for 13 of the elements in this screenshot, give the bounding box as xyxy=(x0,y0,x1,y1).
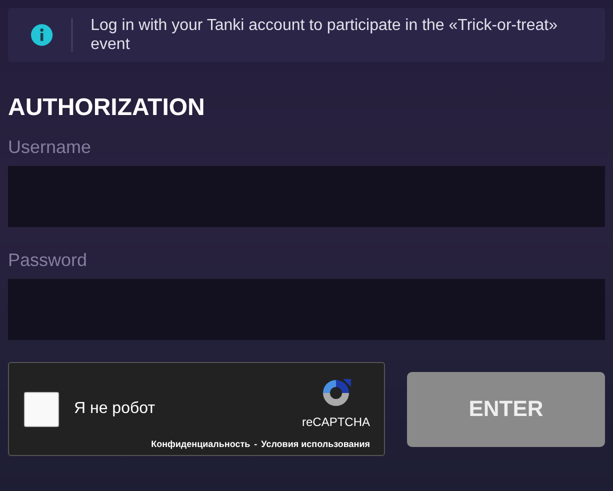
terms-link[interactable]: Условия использования xyxy=(261,439,370,449)
page-title: AUTHORIZATION xyxy=(8,94,206,122)
field-label: Username xyxy=(8,136,92,158)
link-separator: - xyxy=(254,439,258,449)
captcha-label: Я не робот xyxy=(74,400,156,418)
recaptcha-label: reCAPTCHA xyxy=(302,415,370,429)
input-field[interactable] xyxy=(8,166,605,227)
checkbox[interactable] xyxy=(24,392,59,426)
privacy-link[interactable]: Конфиденциальность xyxy=(151,439,250,449)
input-field[interactable] xyxy=(8,279,605,340)
notice-text: Log in with your Tanki account to participate in the «Trick-or-treat» event xyxy=(90,16,559,54)
field-label: Password xyxy=(8,249,88,271)
info-icon xyxy=(31,24,53,46)
